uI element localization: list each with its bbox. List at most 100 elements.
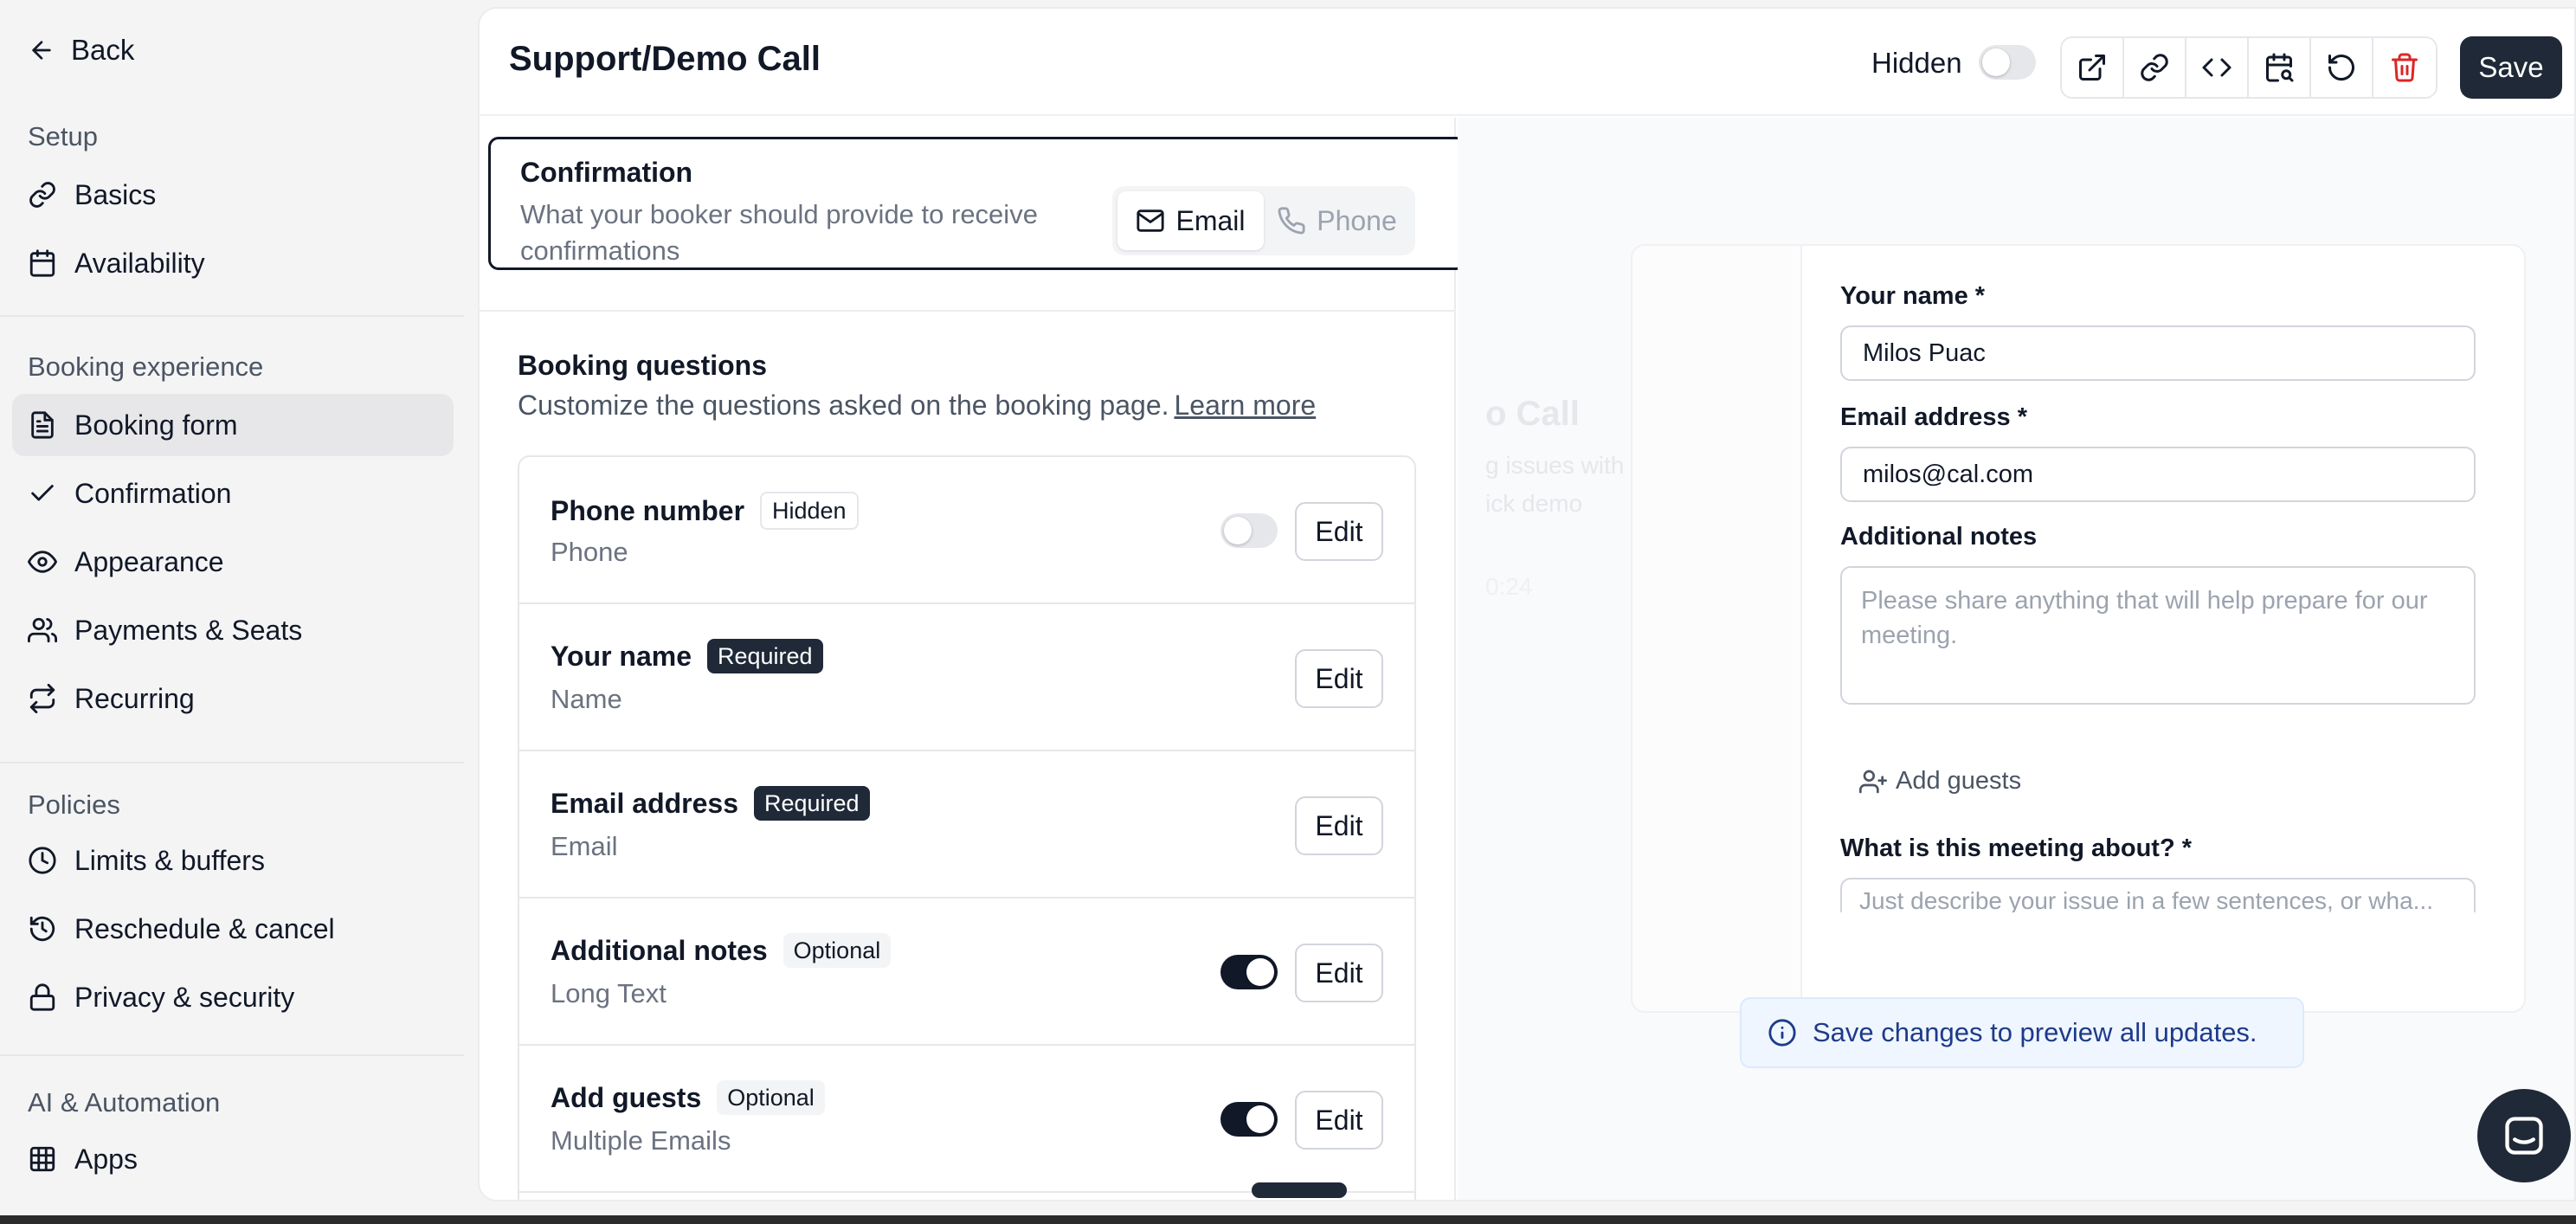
question-type: Long Text — [551, 978, 667, 1008]
embed-button[interactable] — [2186, 38, 2249, 97]
learn-more-link[interactable]: Learn more — [1175, 390, 1317, 421]
add-guests-button[interactable]: Add guests — [1859, 767, 2021, 796]
question-type: Phone — [551, 537, 628, 567]
question-row-your-name: Your name Required Name Edit — [519, 604, 1414, 751]
preview-notice: Save changes to preview all updates. — [1740, 997, 2304, 1068]
link-icon — [28, 180, 57, 209]
grid-icon — [28, 1144, 57, 1174]
confirmation-option-email[interactable]: Email — [1117, 191, 1264, 250]
sidebar-item-label: Limits & buffers — [74, 844, 265, 876]
notes-field[interactable]: Please share anything that will help pre… — [1840, 566, 2476, 705]
question-label: Email address Required — [551, 786, 870, 821]
sidebar-item-apps[interactable]: Apps — [12, 1128, 454, 1190]
edit-button[interactable]: Edit — [1295, 796, 1383, 855]
sidebar: Back Setup Basics Availability Booking e… — [0, 0, 478, 1224]
clock-icon — [28, 846, 57, 875]
file-text-icon — [28, 410, 57, 440]
hidden-toggle[interactable] — [1979, 45, 2036, 80]
divider — [0, 762, 464, 763]
confirmation-card: Confirmation What your booker should pro… — [488, 137, 1466, 270]
phone-icon — [1277, 206, 1306, 235]
question-toggle[interactable] — [1220, 1102, 1278, 1137]
question-name: Additional notes — [551, 934, 768, 966]
arrow-left-icon — [28, 36, 55, 64]
toolbar-button-group — [2060, 36, 2438, 99]
sidebar-item-privacy-security[interactable]: Privacy & security — [12, 966, 454, 1028]
booking-questions-title: Booking questions — [518, 350, 767, 381]
sidebar-item-label: Recurring — [74, 682, 195, 714]
notes-field-label: Additional notes — [1840, 523, 2038, 551]
booking-questions-description-text: Customize the questions asked on the boo… — [518, 390, 1169, 421]
back-button[interactable]: Back — [28, 29, 134, 71]
sidebar-item-label: Booking form — [74, 409, 238, 441]
question-toggle[interactable] — [1220, 513, 1278, 548]
section-title-setup: Setup — [28, 121, 99, 151]
booking-questions-section: Booking questions Customize the question… — [480, 310, 1454, 1200]
confirmation-option-phone[interactable]: Phone — [1264, 191, 1410, 250]
delete-button[interactable] — [2373, 38, 2436, 97]
meeting-field[interactable]: Just describe your issue in a few senten… — [1840, 878, 2476, 912]
confirmation-method-toggle: Email Phone — [1112, 186, 1415, 255]
preview-ghost-text: g issues with — [1485, 452, 1625, 479]
status-badge: Required — [707, 639, 823, 673]
booker-side-panel — [1633, 246, 1802, 1011]
troubleshooter-button[interactable] — [2249, 38, 2311, 97]
sidebar-item-reschedule-cancel[interactable]: Reschedule & cancel — [12, 898, 454, 960]
edit-button[interactable]: Edit — [1295, 1091, 1383, 1150]
status-badge: Required — [754, 786, 870, 821]
reset-button[interactable] — [2311, 38, 2373, 97]
preview-button[interactable] — [2062, 38, 2124, 97]
status-badge: Optional — [782, 933, 892, 968]
question-name: Email address — [551, 787, 738, 819]
add-guests-label: Add guests — [1896, 767, 2022, 795]
question-toggle[interactable] — [1220, 955, 1278, 989]
link-icon — [2139, 52, 2170, 83]
question-row-additional-notes: Additional notes Optional Long Text Edit — [519, 899, 1414, 1046]
confirmation-description: What your booker should provide to recei… — [520, 199, 1038, 266]
question-row-email-address: Email address Required Email Edit — [519, 751, 1414, 899]
back-label: Back — [71, 34, 135, 66]
sidebar-item-booking-form[interactable]: Booking form — [12, 394, 454, 456]
sidebar-item-label: Payments & Seats — [74, 614, 303, 646]
hidden-label: Hidden — [1871, 47, 1962, 79]
name-field[interactable]: Milos Puac — [1840, 325, 2476, 381]
trash-icon — [2389, 52, 2420, 83]
edit-button[interactable]: Edit — [1295, 944, 1383, 1002]
taskbar-strip — [0, 1215, 2576, 1224]
edit-button[interactable]: Edit — [1295, 649, 1383, 708]
sidebar-item-appearance[interactable]: Appearance — [12, 531, 454, 593]
sidebar-item-confirmation[interactable]: Confirmation — [12, 462, 454, 525]
divider — [0, 315, 464, 317]
phone-option-label: Phone — [1317, 204, 1397, 236]
sidebar-item-label: Apps — [74, 1143, 138, 1175]
external-link-icon — [2077, 52, 2108, 83]
confirmation-title: Confirmation — [520, 157, 693, 188]
editor-panel: Confirmation What your booker should pro… — [480, 118, 1466, 1200]
code-icon — [2201, 52, 2232, 83]
booker-form-card: Your name * Milos Puac Email address * m… — [1631, 244, 2526, 1013]
rotate-ccw-icon — [2326, 52, 2357, 83]
status-badge: Optional — [717, 1080, 825, 1115]
section-title-policies: Policies — [28, 789, 120, 820]
support-chat-button[interactable] — [2477, 1089, 2571, 1182]
preview-ghost-text: ick demo — [1485, 490, 1583, 517]
sidebar-item-payments-seats[interactable]: Payments & Seats — [12, 599, 454, 661]
email-field-label: Email address * — [1840, 403, 2027, 431]
notice-text: Save changes to preview all updates. — [1813, 1017, 2257, 1047]
horizontal-scrollbar[interactable] — [1252, 1182, 1347, 1198]
copy-link-button[interactable] — [2124, 38, 2186, 97]
section-title-booking-experience: Booking experience — [28, 351, 264, 382]
sidebar-item-recurring[interactable]: Recurring — [12, 667, 454, 730]
save-button[interactable]: Save — [2460, 36, 2562, 99]
edit-button[interactable]: Edit — [1295, 502, 1383, 561]
sidebar-item-label: Appearance — [74, 545, 224, 577]
sidebar-item-availability[interactable]: Availability — [12, 232, 454, 294]
sidebar-item-basics[interactable]: Basics — [12, 164, 454, 226]
preview-ghost-text: 0:24 — [1485, 573, 1533, 600]
sidebar-item-label: Reschedule & cancel — [74, 912, 335, 944]
sidebar-item-limits-buffers[interactable]: Limits & buffers — [12, 829, 454, 892]
user-plus-icon — [1859, 768, 1887, 796]
email-field[interactable]: milos@cal.com — [1840, 447, 2476, 502]
question-name: Add guests — [551, 1081, 702, 1113]
info-icon — [1768, 1018, 1797, 1047]
